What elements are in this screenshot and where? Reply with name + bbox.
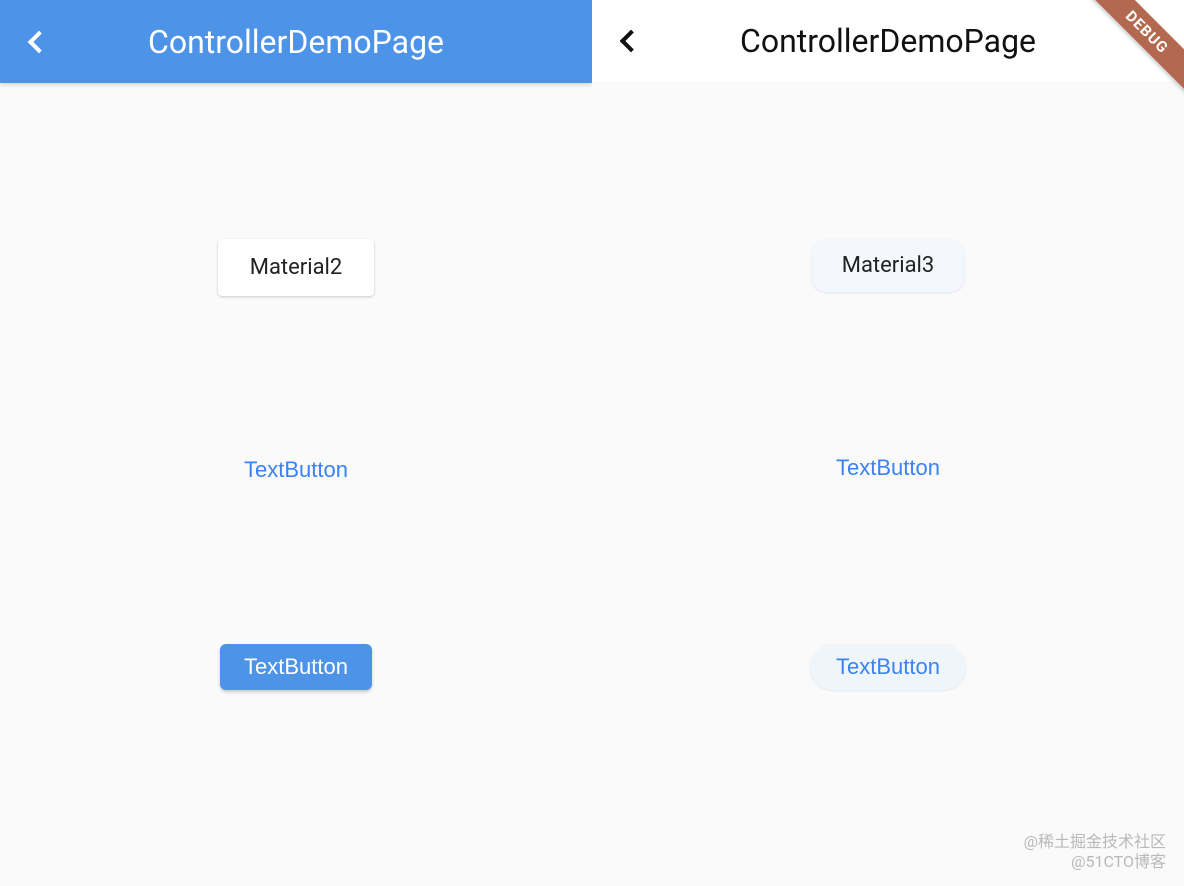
page-title: ControllerDemoPage [592, 22, 1184, 60]
tonal-button-m3[interactable]: TextButton [810, 644, 966, 690]
elevated-button-m2[interactable]: TextButton [220, 644, 372, 690]
back-button[interactable] [12, 18, 60, 66]
text-button-m2[interactable]: TextButton [226, 447, 366, 493]
appbar-m2: ControllerDemoPage [0, 0, 592, 83]
card-label: Material3 [842, 253, 935, 278]
material3-pane: ControllerDemoPage Material3 TextButton … [592, 0, 1184, 886]
appbar-m3: ControllerDemoPage [592, 0, 1184, 83]
content-m3: Material3 TextButton TextButton [592, 83, 1184, 886]
back-button[interactable] [604, 17, 652, 65]
back-icon [620, 30, 643, 53]
content-m2: Material2 TextButton TextButton [0, 83, 592, 886]
text-button-m3[interactable]: TextButton [818, 445, 958, 491]
material3-card[interactable]: Material3 [812, 239, 965, 292]
page-title: ControllerDemoPage [0, 23, 592, 61]
material2-pane: ControllerDemoPage Material2 TextButton … [0, 0, 592, 886]
material2-card[interactable]: Material2 [218, 239, 375, 296]
card-label: Material2 [250, 255, 343, 280]
back-icon [28, 30, 51, 53]
